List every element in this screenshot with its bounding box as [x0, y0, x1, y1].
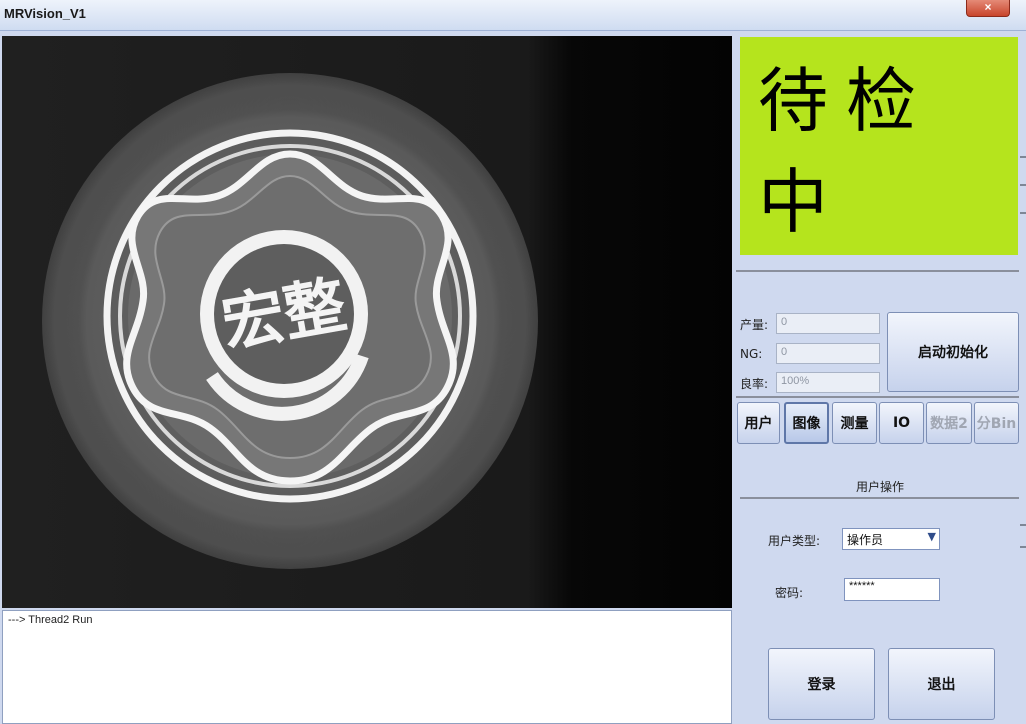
close-button[interactable]: × — [966, 0, 1010, 17]
divider — [736, 396, 1019, 398]
user-type-value: 操作员 — [847, 533, 884, 547]
camera-image-view: 宏整 — [2, 36, 732, 608]
user-operation-title: 用户操作 — [855, 480, 904, 494]
tab-bin[interactable]: 分Bin — [974, 402, 1019, 444]
chevron-down-icon: ▼ — [927, 530, 936, 543]
ng-label: NG: — [740, 347, 763, 361]
password-label: 密码: — [775, 586, 804, 600]
divider — [740, 497, 1019, 499]
divider — [736, 270, 1019, 272]
status-display: 待检中 — [740, 37, 1018, 255]
window-title: MRVision_V1 — [4, 6, 86, 21]
edge-mark — [1020, 156, 1026, 158]
log-panel[interactable]: ---> Thread2 Run — [2, 610, 732, 724]
user-type-select[interactable]: 操作员 ▼ — [842, 528, 940, 550]
edge-mark — [1020, 212, 1026, 214]
inspection-image: 宏整 — [2, 36, 732, 608]
edge-mark — [1020, 184, 1026, 186]
close-icon: × — [984, 0, 992, 14]
yield-field: 100% — [776, 372, 880, 393]
password-input[interactable]: ****** — [844, 578, 940, 601]
output-field: 0 — [776, 313, 880, 334]
login-button[interactable]: 登录 — [768, 648, 875, 720]
edge-mark — [1020, 524, 1026, 526]
user-type-label: 用户类型: — [768, 534, 821, 548]
edge-mark — [1020, 546, 1026, 548]
tab-io[interactable]: IO — [879, 402, 924, 444]
tab-user[interactable]: 用户 — [737, 402, 780, 444]
tab-image[interactable]: 图像 — [784, 402, 829, 444]
log-line: ---> Thread2 Run — [8, 614, 93, 626]
ng-field: 0 — [776, 343, 880, 364]
title-bar: MRVision_V1 × — [0, 0, 1026, 31]
yield-label: 良率: — [740, 377, 769, 391]
start-init-button[interactable]: 启动初始化 — [887, 312, 1019, 392]
output-label: 产量: — [740, 318, 769, 332]
tab-measure[interactable]: 测量 — [832, 402, 877, 444]
logout-button[interactable]: 退出 — [888, 648, 995, 720]
tab-data2[interactable]: 数据2 — [926, 402, 972, 444]
